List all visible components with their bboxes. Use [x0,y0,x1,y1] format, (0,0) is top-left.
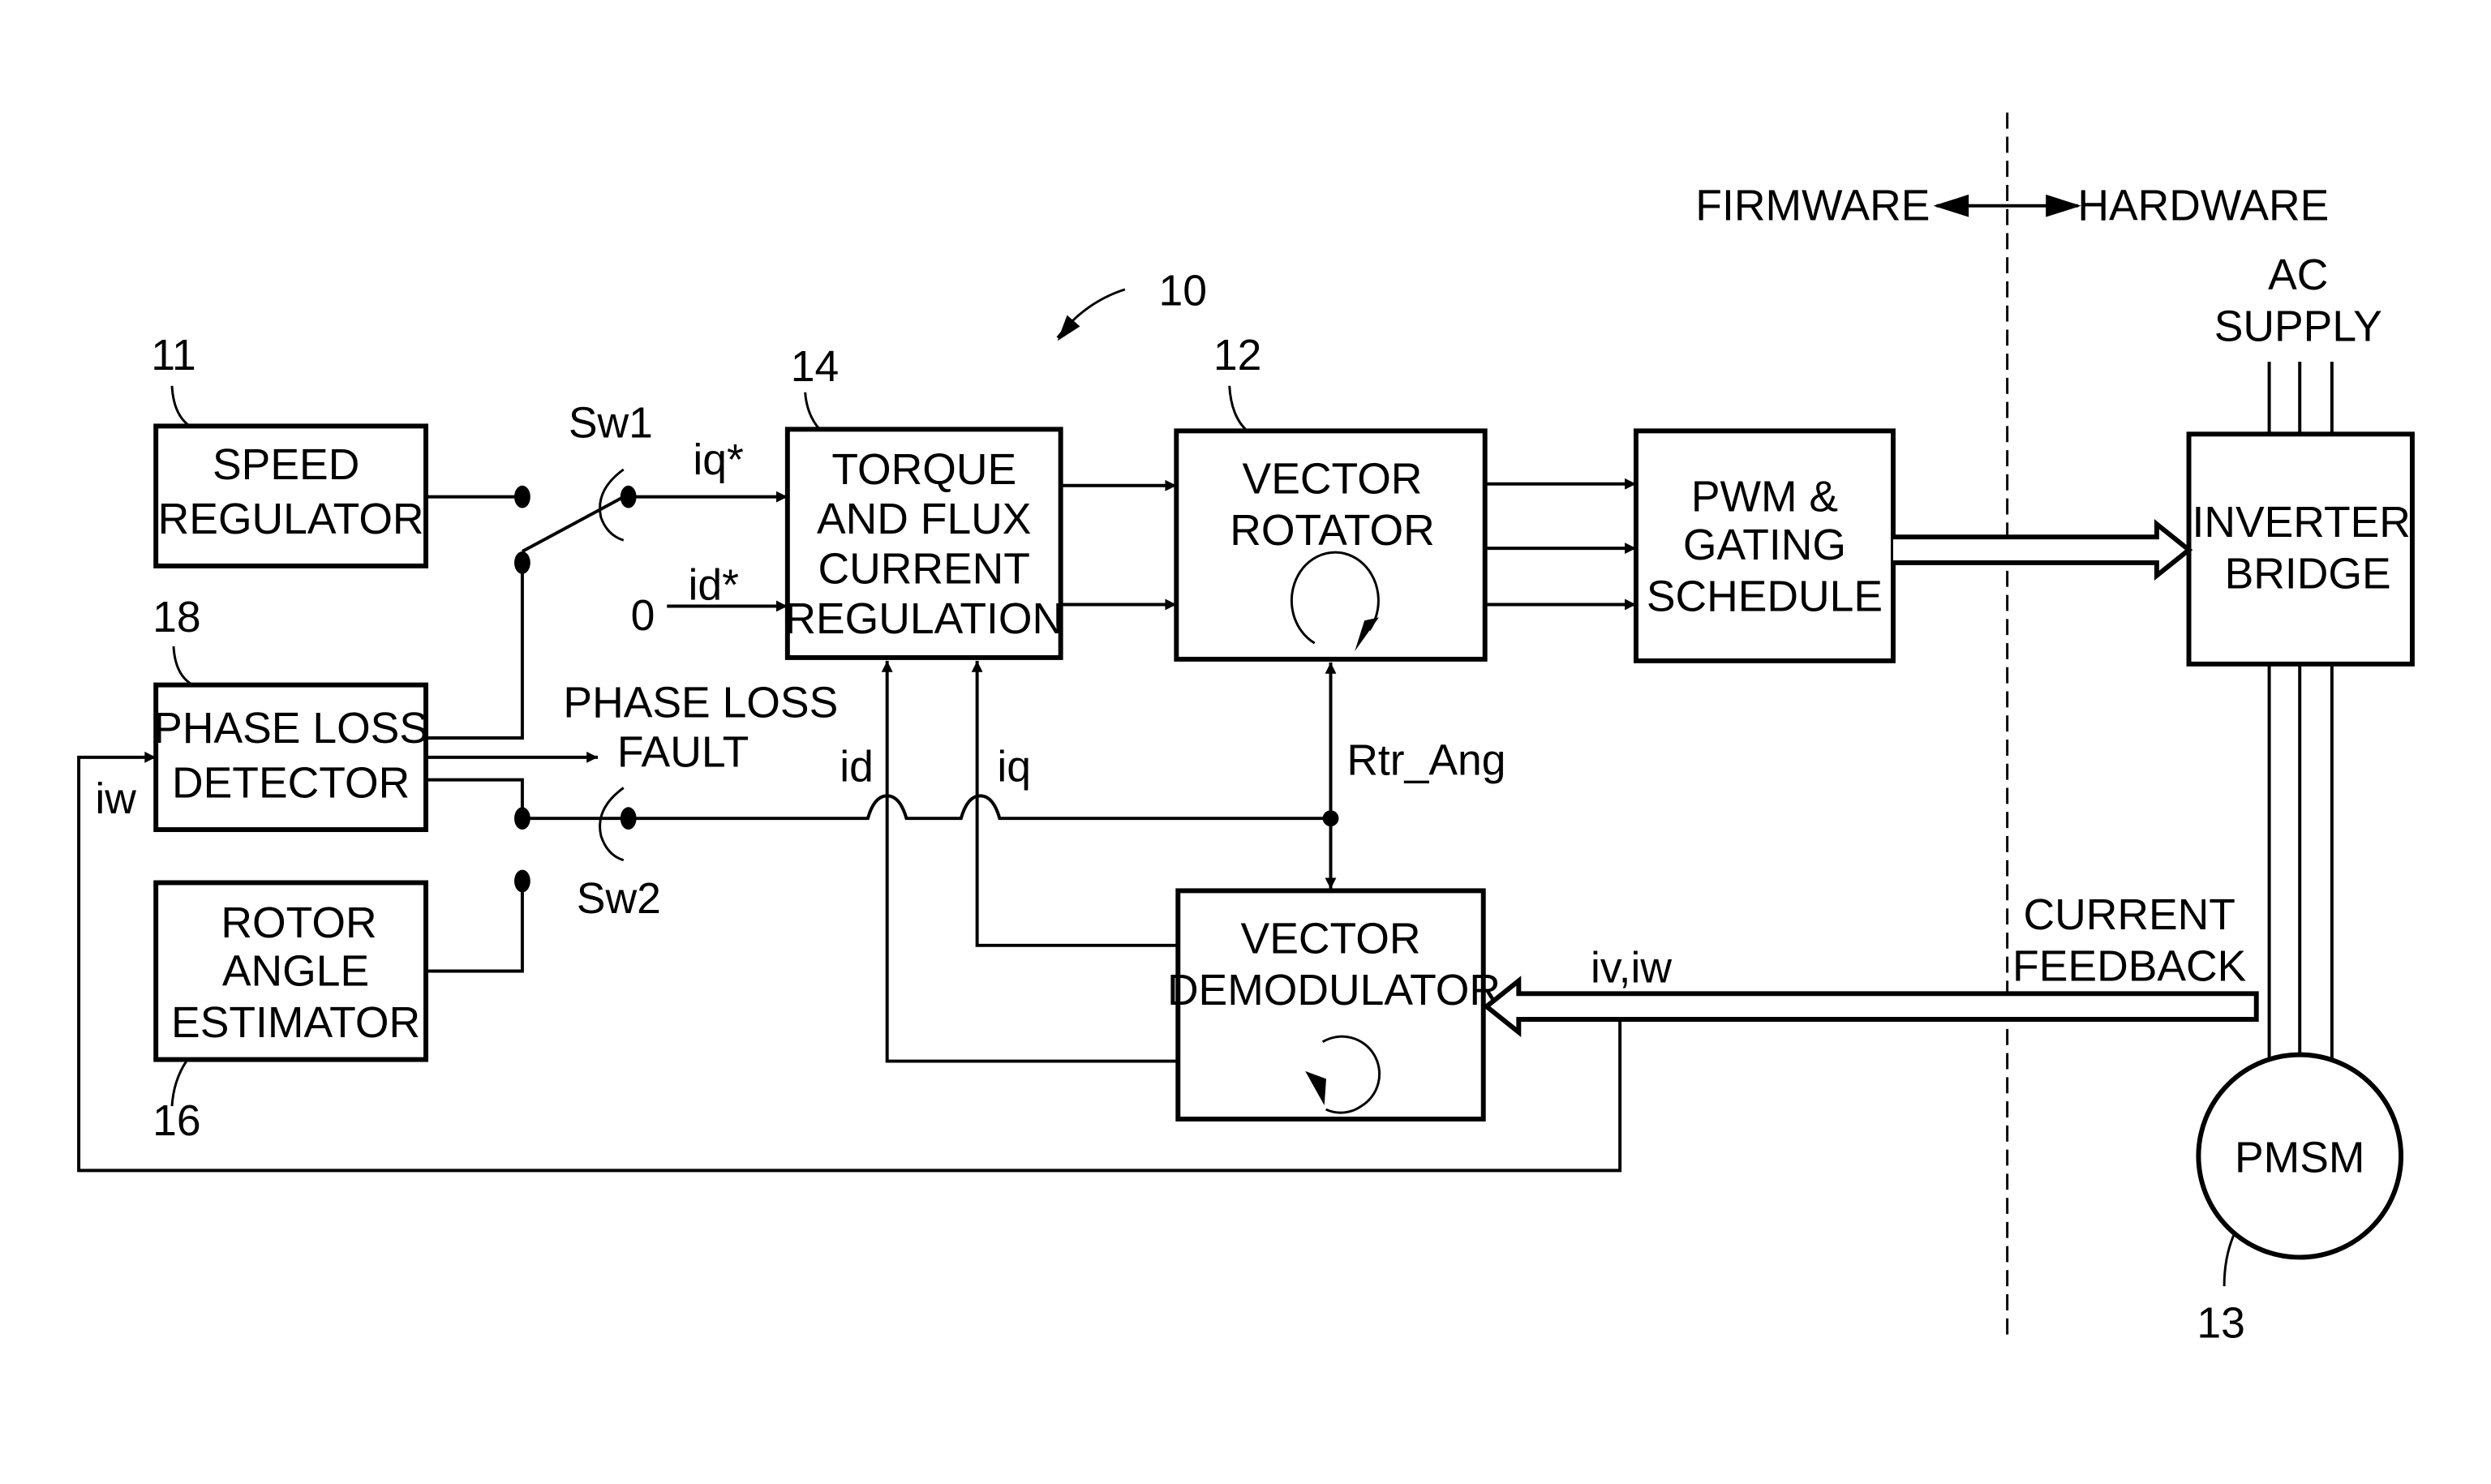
rotor-angle-estimator-line2: ANGLE [222,947,369,995]
iq-ref-label: iq* [693,436,743,484]
motor-phase-lines [2267,663,2334,1070]
torque-flux-line3: CURRENT [818,546,1030,594]
ref-16: 16 [152,1097,200,1145]
ref-18: 18 [152,594,200,641]
iw-label: iw [95,775,136,823]
phase-loss-detector-line1: PHASE LOSS [153,705,428,753]
vector-rotator-line1: VECTOR [1243,456,1423,504]
inverter-line1: INVERTER [2192,499,2410,547]
rotor-angle-bus [628,794,1331,821]
rotor-angle-estimator-line1: ROTOR [221,899,376,947]
pwm-line3: SCHEDULE [1647,573,1883,620]
pwm-to-inverter-bus-arrow [1892,519,2193,581]
speed-regulator-line2: REGULATOR [158,495,424,543]
iv-iw-label: iv,iw [1591,944,1672,992]
vector-demodulator-line2: DEMODULATOR [1167,967,1501,1014]
motor-control-block-diagram: FIRMWARE HARDWARE 10 11 SPEED REGULATOR … [77,112,2415,1348]
phase-loss-fault-line2: FAULT [617,729,749,777]
phase-loss-detector-line2: DETECTOR [172,759,410,807]
iq-feedback-line [971,660,1179,947]
rtr-ang-label: Rtr_Ang [1346,737,1505,785]
phase-loss-fault-line1: PHASE LOSS [563,679,838,727]
pwm-line2: GATING [1683,521,1846,569]
ac-supply-lines [2267,362,2334,435]
inverter-bridge-block [2186,431,2415,667]
speed-regulator-line1: SPEED [213,441,359,489]
hardware-label: HARDWARE [2077,182,2329,230]
firmware-label: FIRMWARE [1695,182,1930,230]
zero-label: 0 [631,592,655,640]
ref-13: 13 [2197,1300,2244,1348]
vector-rotator-line2: ROTATOR [1230,507,1435,555]
torque-flux-line2: AND FLUX [817,495,1031,543]
pmsm-label: PMSM [2235,1134,2364,1182]
torque-flux-line4: REGULATION [784,595,1063,643]
ac-supply-line2: SUPPLY [2214,302,2382,350]
ref-11: 11 [151,332,196,380]
ref-12: 12 [1213,332,1261,380]
sw1-terminal-speed [514,485,530,508]
current-feedback-line1: CURRENT [2023,891,2235,939]
sw1-label: Sw1 [569,399,653,447]
rotor-angle-estimator-line3: ESTIMATOR [171,999,420,1047]
iq-label: iq [997,744,1031,791]
current-feedback-line2: FEEDBACK [2012,942,2247,990]
id-label: id [840,744,874,791]
inverter-line2: BRIDGE [2225,551,2391,598]
id-ref-label: id* [688,562,738,610]
vector-demodulator-line1: VECTOR [1241,916,1421,963]
sw2-arc [599,787,625,862]
pwm-line1: PWM & [1691,473,1838,521]
sw1-blade[interactable] [521,493,628,553]
ref-14: 14 [791,343,839,391]
ac-supply-line1: AC [2268,251,2328,299]
torque-flux-line1: TORQUE [831,446,1016,494]
sw2-label: Sw2 [577,875,661,923]
id-feedback-line [881,660,1179,1063]
ref-10: 10 [1158,268,1206,315]
